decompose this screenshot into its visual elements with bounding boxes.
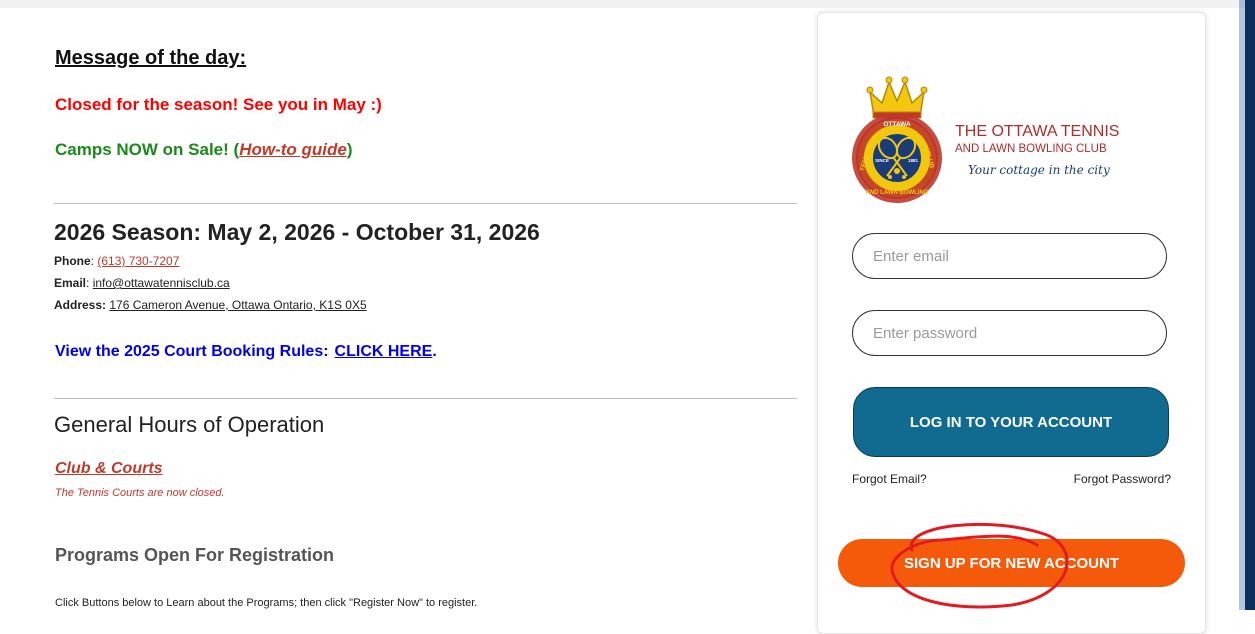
divider [54,398,797,399]
club-crest-logo: OTTAWA TENNIS CLUB AND LAWN BOWLING SINC… [852,76,942,203]
club-and-courts-link[interactable]: Club & Courts [55,460,163,478]
phone-label: Phone [54,254,91,268]
crown-icon [866,76,928,119]
club-subtitle: AND LAWN BOWLING CLUB [955,143,1107,155]
crest-year: 1881 [908,158,919,163]
hours-of-operation-heading: General Hours of Operation [54,412,325,437]
club-tagline: Your cottage in the city [968,163,1110,177]
address-label: Address: [54,298,107,312]
phone-link[interactable]: (613) 730-7207 [97,254,179,268]
crest-since: SINCE [875,158,889,163]
email-input[interactable] [852,233,1167,279]
email-link[interactable]: info@ottawatennisclub.ca [93,276,230,290]
rules-text: View the 2025 Court Booking Rules: [55,343,329,360]
email-label: Email [54,276,87,290]
divider [54,203,797,204]
season-dates-heading: 2026 Season: May 2, 2026 - October 31, 2… [54,219,540,245]
signup-button[interactable]: SIGN UP FOR NEW ACCOUNT [838,539,1185,587]
phone-line: Phone: (613) 730-7207 [54,254,180,268]
login-button[interactable]: LOG IN TO YOUR ACCOUNT [853,387,1169,457]
rules-period: . [432,343,437,360]
how-to-guide-link[interactable]: How-to guide [239,140,347,159]
camps-message: Camps NOW on Sale! (How-to guide) [55,140,353,160]
camps-close-paren: ) [346,140,353,159]
address-link[interactable]: 176 Cameron Avenue, Ottawa Ontario, K1S … [109,298,366,312]
courts-closed-note: The Tennis Courts are now closed. [55,487,225,499]
programs-instructions: Click Buttons below to Learn about the P… [55,597,478,609]
address-line: Address: 176 Cameron Avenue, Ottawa Onta… [54,298,367,312]
top-strip [0,0,1255,8]
court-booking-rules: View the 2025 Court Booking Rules: CLICK … [55,343,437,361]
closed-season-message: Closed for the season! See you in May :) [55,95,382,114]
email-line: Email: info@ottawatennisclub.ca [54,276,230,290]
programs-heading: Programs Open For Registration [55,545,335,565]
forgot-password-link[interactable]: Forgot Password? [1074,472,1171,486]
forgot-email-link[interactable]: Forgot Email? [852,472,927,486]
club-name: THE OTTAWA TENNIS [955,123,1120,140]
camps-text: Camps NOW on Sale! ( [55,140,240,159]
message-of-the-day-heading: Message of the day: [55,47,247,69]
crest-text-top: OTTAWA [883,121,911,128]
password-input[interactable] [852,310,1167,356]
crest-text-bottom: AND LAWN BOWLING [866,190,929,196]
page-right-edge-bar [1245,0,1255,610]
login-panel: OTTAWA TENNIS CLUB AND LAWN BOWLING SINC… [817,12,1206,634]
click-here-link[interactable]: CLICK HERE [335,343,433,360]
